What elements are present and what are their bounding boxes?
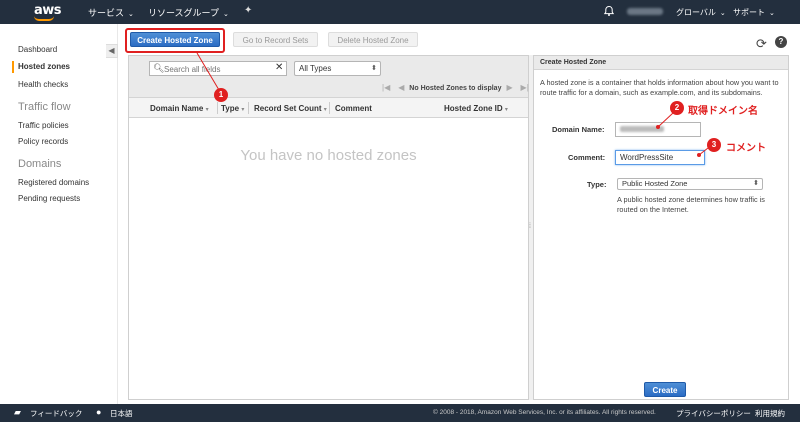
hosted-zones-list-panel: 🔍︎ ✕ All Types ⬍ |◀ ◀ No Hosted Zones to…: [128, 55, 529, 400]
column-separator: [248, 102, 249, 114]
help-icon[interactable]: ?: [775, 36, 787, 48]
active-indicator: [12, 61, 14, 73]
pin-icon[interactable]: ✦: [244, 5, 252, 16]
filter-bar: 🔍︎ ✕ All Types ⬍ |◀ ◀ No Hosted Zones to…: [129, 56, 529, 98]
privacy-policy-link[interactable]: プライバシーポリシー: [676, 408, 751, 419]
top-navigation-bar: aws サービス ⌄ リソースグループ ⌄ ✦ グローバル ⌄ サポート ⌄: [0, 0, 800, 24]
panel-title: Create Hosted Zone: [534, 56, 788, 70]
annotation-dot: [697, 153, 701, 157]
region-label: グローバル: [676, 8, 716, 17]
services-menu[interactable]: サービス ⌄: [88, 6, 134, 19]
sidebar-heading-domains: Domains: [18, 158, 62, 170]
column-separator: [217, 102, 218, 114]
sort-icon: ▾: [323, 107, 327, 113]
type-help-text: A public hosted zone determines how traf…: [617, 195, 765, 214]
resource-groups-menu[interactable]: リソースグループ ⌄: [148, 6, 229, 19]
column-label: Hosted Zone ID: [444, 104, 503, 113]
select-arrows-icon: ⬍: [753, 180, 759, 187]
hosted-zone-type-select[interactable]: Public Hosted Zone ⬍: [617, 178, 763, 190]
splitter-grip-icon[interactable]: ⁞: [529, 223, 531, 230]
sort-icon: ▾: [205, 107, 209, 113]
aws-smile-icon: [34, 16, 54, 21]
sidebar-item-traffic-policies[interactable]: Traffic policies: [18, 121, 69, 130]
hosted-zone-type-value: Public Hosted Zone: [622, 179, 688, 188]
footer-bar: ▰ フィードバック ● 日本語 © 2008 - 2018, Amazon We…: [0, 404, 800, 422]
type-filter-value: All Types: [299, 64, 332, 73]
terms-link[interactable]: 利用規約: [755, 408, 785, 419]
sidebar-item-hosted-zones[interactable]: Hosted zones: [18, 62, 70, 71]
column-record-set-count[interactable]: Record Set Count ▾: [254, 104, 327, 113]
chevron-down-icon: ⌄: [719, 10, 726, 17]
type-label: Type:: [587, 180, 607, 189]
select-arrows-icon: ⬍: [371, 65, 377, 72]
annotation-badge-3: 3: [707, 138, 721, 152]
first-page-icon[interactable]: |◀: [382, 83, 390, 92]
next-page-icon[interactable]: ▶: [506, 83, 512, 92]
annotation-badge-1: 1: [214, 88, 228, 102]
globe-icon[interactable]: ●: [96, 407, 101, 417]
refresh-icon[interactable]: ⟳: [756, 36, 767, 52]
sidebar-collapse-button[interactable]: ◀: [106, 44, 118, 58]
comment-label: Comment:: [568, 153, 606, 162]
create-hosted-zone-button[interactable]: Create Hosted Zone: [130, 32, 220, 47]
create-button[interactable]: Create: [644, 382, 686, 397]
sidebar-item-policy-records[interactable]: Policy records: [18, 137, 68, 146]
form-description: A hosted zone is a container that holds …: [540, 78, 779, 97]
go-to-record-sets-button[interactable]: Go to Record Sets: [233, 32, 318, 47]
sidebar-item-health-checks[interactable]: Health checks: [18, 80, 68, 89]
table-header: Domain Name ▾ Type ▾ Record Set Count ▾ …: [129, 98, 528, 118]
annotation-badge-2: 2: [670, 101, 684, 115]
sidebar-heading-traffic-flow: Traffic flow: [18, 101, 71, 113]
region-menu[interactable]: グローバル ⌄: [676, 7, 726, 18]
sidebar-item-dashboard[interactable]: Dashboard: [18, 45, 57, 54]
last-page-icon[interactable]: ▶|: [521, 83, 529, 92]
annotation-dot: [656, 125, 660, 129]
sidebar-item-pending-requests[interactable]: Pending requests: [18, 194, 80, 203]
account-menu-blurred[interactable]: [627, 8, 663, 15]
pagination: |◀ ◀ No Hosted Zones to display ▶ ▶|: [379, 83, 532, 92]
chevron-down-icon: ⌄: [223, 11, 229, 18]
clear-icon[interactable]: ✕: [275, 62, 283, 73]
pagination-status: No Hosted Zones to display: [409, 85, 502, 92]
column-label: Record Set Count: [254, 104, 322, 113]
column-label: Comment: [335, 104, 372, 113]
column-separator: [329, 102, 330, 114]
column-label: Type: [221, 104, 240, 113]
type-filter-select[interactable]: All Types ⬍: [294, 61, 381, 76]
sidebar-item-registered-domains[interactable]: Registered domains: [18, 178, 89, 187]
prev-page-icon[interactable]: ◀: [398, 83, 404, 92]
sort-icon: ▾: [504, 107, 508, 113]
sort-icon: ▾: [241, 107, 245, 113]
resource-groups-label: リソースグループ: [148, 8, 220, 18]
delete-hosted-zone-button[interactable]: Delete Hosted Zone: [328, 32, 418, 47]
domain-name-label: Domain Name:: [552, 125, 605, 134]
copyright-text: © 2008 - 2018, Amazon Web Services, Inc.…: [433, 409, 656, 416]
chat-icon[interactable]: ▰: [14, 407, 21, 418]
column-domain-name[interactable]: Domain Name ▾: [150, 104, 209, 113]
column-hosted-zone-id[interactable]: Hosted Zone ID ▾: [444, 104, 508, 113]
chevron-down-icon: ⌄: [769, 10, 775, 17]
comment-field[interactable]: WordPressSite: [615, 150, 705, 165]
support-menu[interactable]: サポート ⌄: [733, 7, 775, 18]
bell-icon[interactable]: [603, 5, 615, 17]
support-label: サポート: [733, 8, 765, 17]
annotation-domain-note: 取得ドメイン名: [688, 106, 758, 117]
column-label: Domain Name: [150, 104, 204, 113]
empty-state-message: You have no hosted zones: [240, 147, 417, 164]
language-selector[interactable]: 日本語: [110, 408, 133, 419]
search-input[interactable]: [164, 63, 268, 75]
annotation-comment-note: コメント: [726, 143, 766, 154]
column-type[interactable]: Type ▾: [221, 104, 244, 113]
search-box[interactable]: 🔍︎ ✕: [149, 61, 287, 76]
sidebar-divider: [117, 24, 118, 404]
search-icon: 🔍︎: [153, 63, 165, 73]
chevron-down-icon: ⌄: [128, 11, 134, 18]
services-menu-label: サービス: [88, 8, 125, 18]
feedback-link[interactable]: フィードバック: [30, 408, 82, 419]
column-comment[interactable]: Comment: [335, 104, 372, 113]
